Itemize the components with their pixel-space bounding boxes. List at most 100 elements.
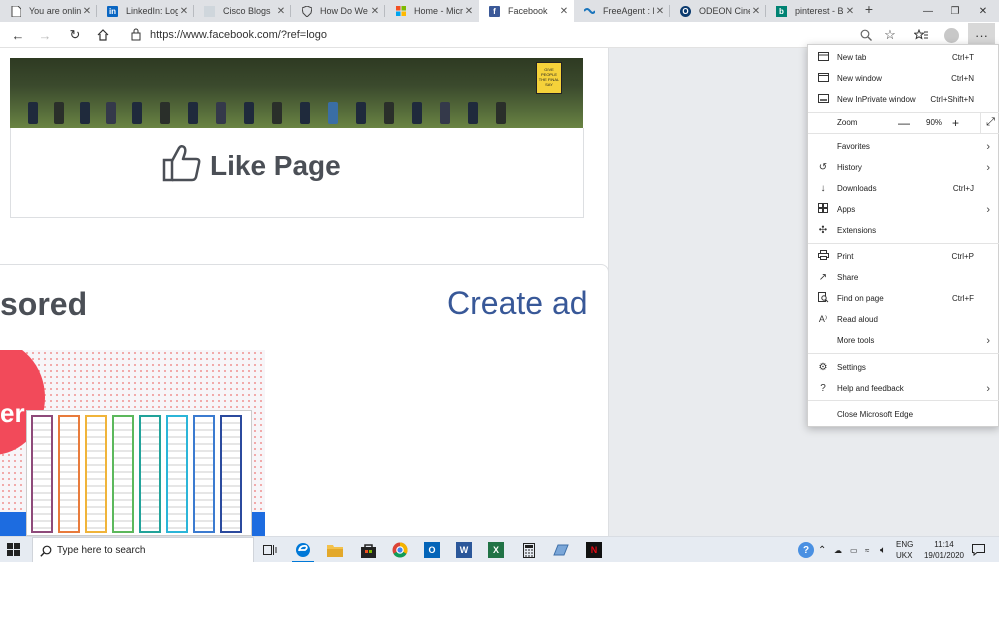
tab-cisco-blogs[interactable]: Cisco Blogs ✕ xyxy=(194,0,291,22)
excel-icon[interactable]: X xyxy=(488,542,504,558)
tab-freeagent[interactable]: FreeAgent : Lo ✕ xyxy=(574,0,670,22)
close-icon[interactable]: ✕ xyxy=(369,6,381,17)
tab-odeon[interactable]: O ODEON Cinem ✕ xyxy=(670,0,766,22)
menu-item-close-microsoft-edge[interactable]: Close Microsoft Edge xyxy=(808,404,999,425)
tab-facebook[interactable]: f Facebook ✕ xyxy=(479,0,574,22)
calculator-icon[interactable] xyxy=(521,542,537,558)
thumbs-up-icon xyxy=(162,144,202,187)
menu-item-favorites[interactable]: Favorites › xyxy=(808,136,999,157)
taskbar-search-box[interactable]: Type here to search xyxy=(32,537,254,563)
like-page-button[interactable]: Like Page xyxy=(162,144,341,187)
zoom-magnifier-icon[interactable] xyxy=(856,26,876,44)
store-icon[interactable] xyxy=(360,542,376,558)
edge-browser-icon[interactable] xyxy=(295,542,311,558)
add-favorite-star-icon[interactable]: ☆ xyxy=(880,26,900,44)
language-indicator[interactable]: ENG UKX xyxy=(896,539,913,561)
back-button[interactable]: ← xyxy=(8,26,28,44)
menu-item-print[interactable]: Print Ctrl+P xyxy=(808,246,999,267)
ad-planner-sheet xyxy=(26,410,252,536)
battery-icon[interactable]: ▭ xyxy=(850,537,858,563)
close-icon[interactable]: ✕ xyxy=(275,6,287,17)
outlook-icon[interactable]: O xyxy=(424,542,440,558)
clock-time: 11:14 xyxy=(934,540,954,549)
menu-item-downloads[interactable]: ↓ Downloads Ctrl+J xyxy=(808,178,999,199)
menu-item-new-tab[interactable]: New tab Ctrl+T xyxy=(808,47,999,68)
wifi-icon[interactable]: ≈ xyxy=(865,537,869,563)
search-placeholder: Type here to search xyxy=(57,544,146,556)
sponsored-heading: sored xyxy=(0,286,88,322)
netflix-icon[interactable]: N xyxy=(586,542,602,558)
menu-item-apps[interactable]: Apps › xyxy=(808,199,999,220)
cover-photo: GIVE PEOPLE THE FINAL SAY xyxy=(10,58,583,128)
menu-item-new-inprivate-window[interactable]: New InPrivate window Ctrl+Shift+N xyxy=(808,89,999,110)
windows-taskbar: Type here to search O W X N ? ⌃ ☁ ▭ ≈ 🔈︎… xyxy=(0,536,999,563)
word-icon[interactable]: W xyxy=(456,542,472,558)
tab-strip: You are online ✕ in LinkedIn: Log in ✕ C… xyxy=(0,0,999,22)
favorites-collection-icon[interactable] xyxy=(911,26,931,44)
menu-item-read-aloud[interactable]: A⁾ Read aloud xyxy=(808,309,999,330)
windows-start-icon[interactable] xyxy=(7,543,21,557)
photos-icon[interactable] xyxy=(553,542,569,558)
tab-label: How Do We Ed xyxy=(320,6,369,16)
tab-label: pinterest - Bin xyxy=(795,6,844,16)
menu-item-more-tools[interactable]: More tools › xyxy=(808,330,999,351)
help-tray-icon[interactable]: ? xyxy=(798,542,814,558)
menu-item-new-window[interactable]: New window Ctrl+N xyxy=(808,68,999,89)
close-icon[interactable]: ✕ xyxy=(178,6,190,17)
home-icon[interactable] xyxy=(93,26,113,44)
like-page-label: Like Page xyxy=(210,149,341,181)
share-icon: ↗ xyxy=(818,272,828,283)
zoom-in-button[interactable]: + xyxy=(952,116,959,130)
close-icon[interactable]: ✕ xyxy=(844,6,856,17)
create-ad-link[interactable]: Create ad xyxy=(447,285,588,322)
screen: { "browser": { "tabs": [ {"label": "You … xyxy=(0,0,999,629)
download-icon: ↓ xyxy=(820,183,826,194)
onedrive-icon[interactable]: ☁ xyxy=(834,537,842,563)
volume-icon[interactable]: 🔈︎ xyxy=(880,537,886,563)
tab-label: LinkedIn: Log in xyxy=(126,6,178,16)
clock-date: 19/01/2020 xyxy=(923,551,965,560)
menu-item-find-on-page[interactable]: Find on page Ctrl+F xyxy=(808,288,999,309)
menu-item-history[interactable]: ↺ History › xyxy=(808,157,999,178)
tab-linkedin[interactable]: in LinkedIn: Log in ✕ xyxy=(97,0,194,22)
chevron-up-icon[interactable]: ⌃ xyxy=(818,537,826,563)
empty-area xyxy=(0,562,999,629)
tab-home-microsoft[interactable]: Home - Micros ✕ xyxy=(385,0,479,22)
sponsored-ad-image[interactable]: er xyxy=(0,350,265,536)
close-icon[interactable]: ✕ xyxy=(654,6,666,17)
chevron-right-icon: › xyxy=(986,161,990,174)
close-icon[interactable]: ✕ xyxy=(750,6,762,17)
menu-item-settings[interactable]: ⚙ Settings xyxy=(808,357,999,378)
restore-button[interactable]: ❐ xyxy=(941,0,969,22)
minimize-button[interactable]: — xyxy=(914,0,942,22)
tab-pinterest-bing[interactable]: b pinterest - Bin ✕ xyxy=(766,0,860,22)
menu-item-help-and-feedback[interactable]: ? Help and feedback › xyxy=(808,378,999,399)
ad-text: er xyxy=(0,398,25,428)
tab-you-are-online[interactable]: You are online ✕ xyxy=(0,0,97,22)
menu-item-zoom: Zoom — 90% + ⤢ xyxy=(808,112,999,133)
task-view-icon[interactable] xyxy=(262,542,278,558)
chrome-icon[interactable] xyxy=(392,542,408,558)
extensions-icon: ✣ xyxy=(818,225,828,236)
refresh-button[interactable]: ↻ xyxy=(65,26,85,44)
new-tab-button[interactable]: + xyxy=(862,1,876,17)
address-bar[interactable]: https://www.facebook.com/?ref=logo xyxy=(122,25,902,45)
forward-button[interactable]: → xyxy=(35,26,55,44)
inprivate-icon xyxy=(817,93,829,106)
tab-label: Cisco Blogs xyxy=(223,6,271,16)
clock[interactable]: 11:14 19/01/2020 xyxy=(920,539,968,561)
close-icon[interactable]: ✕ xyxy=(463,6,475,17)
zoom-out-button[interactable]: — xyxy=(898,116,910,130)
window-close-button[interactable]: ✕ xyxy=(969,0,997,22)
close-icon[interactable]: ✕ xyxy=(81,6,93,17)
document-icon xyxy=(10,5,21,17)
fullscreen-icon[interactable]: ⤢ xyxy=(980,112,999,133)
avatar[interactable] xyxy=(941,26,961,44)
menu-item-share[interactable]: ↗ Share xyxy=(808,267,999,288)
tab-how-do-we[interactable]: How Do We Ed ✕ xyxy=(291,0,385,22)
notifications-icon[interactable] xyxy=(972,537,985,563)
close-icon[interactable]: ✕ xyxy=(558,6,570,17)
menu-item-extensions[interactable]: ✣ Extensions xyxy=(808,220,999,241)
odeon-icon: O xyxy=(680,5,691,17)
file-explorer-icon[interactable] xyxy=(327,542,343,558)
